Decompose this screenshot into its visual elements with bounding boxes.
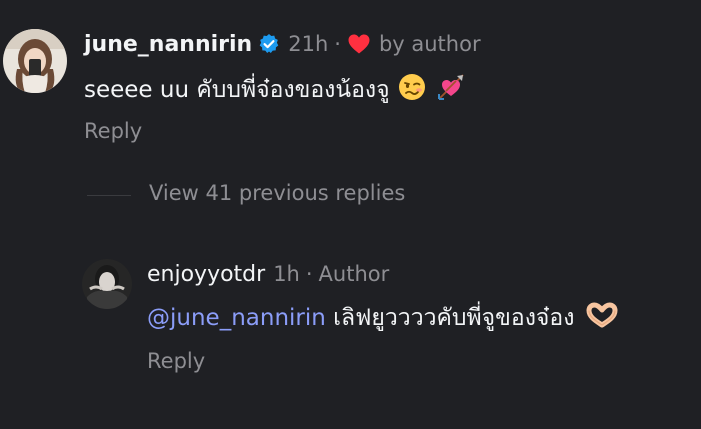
reply-button[interactable]: Reply (147, 349, 205, 373)
avatar-image (82, 259, 132, 309)
reply-text: เลิฟยูววววคับพี่จูของจ๋อง (325, 305, 575, 331)
verified-badge-icon (258, 33, 280, 55)
avatar-image (3, 29, 67, 93)
comment-time: 21h (288, 32, 329, 56)
thread-divider (87, 195, 131, 196)
heart-icon (347, 33, 371, 55)
comment-header: june_nannirin 21h · by author (84, 27, 481, 61)
woozy-face-emoji (398, 73, 426, 107)
separator-dot: · (334, 32, 341, 56)
comment-username[interactable]: june_nannirin (84, 32, 252, 57)
heart-with-arrow-emoji (436, 72, 466, 108)
comment-text: seeee uu คับบพี่จ๋องของน้องจู (84, 77, 390, 103)
liked-by-author-label: by author (378, 32, 481, 56)
comment-thread: june_nannirin 21h · by author seeee uu ค… (0, 0, 701, 429)
comment-body: seeee uu คับบพี่จ๋องของน้องจู (84, 70, 466, 110)
reply-username[interactable]: enjoyyotdr (147, 262, 265, 287)
heart-hands-emoji (586, 301, 618, 335)
author-label: Author (318, 262, 390, 286)
reply-button[interactable]: Reply (84, 119, 142, 143)
reply-header: enjoyyotdr 1h · Author (147, 258, 389, 290)
view-previous-replies-button[interactable]: View 41 previous replies (149, 181, 405, 205)
avatar[interactable] (3, 29, 67, 93)
separator-dot: · (305, 262, 313, 286)
reply-time: 1h (273, 262, 300, 286)
reply-body: @june_nannirin เลิฟยูววววคับพี่จูของจ๋อง (147, 300, 618, 336)
avatar[interactable] (82, 259, 132, 309)
mention-link[interactable]: @june_nannirin (147, 305, 326, 331)
